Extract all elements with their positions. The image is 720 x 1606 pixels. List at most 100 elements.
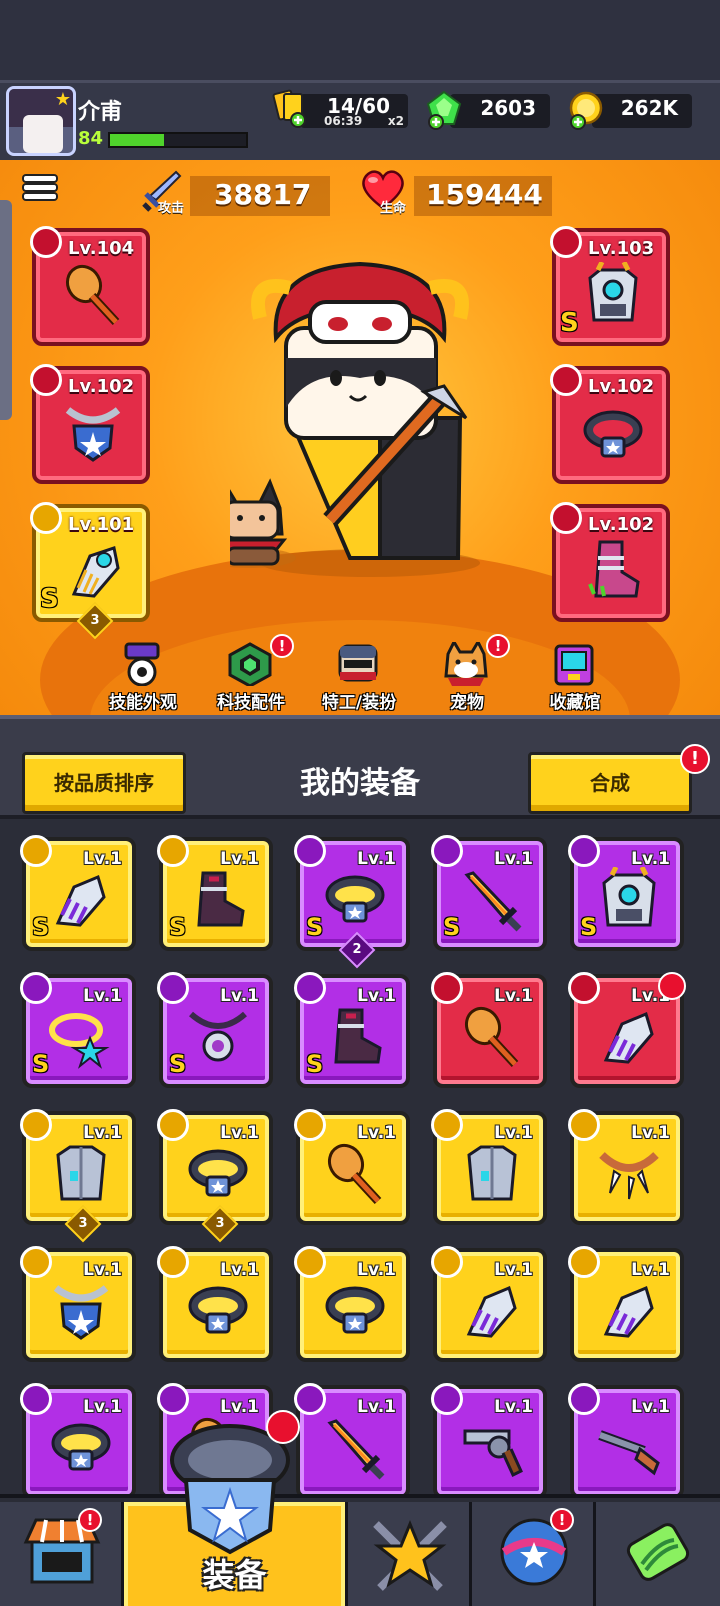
inventory-item[interactable]: Lv.1 — [431, 1383, 547, 1495]
nav-battle[interactable] — [348, 1502, 472, 1606]
inventory-item[interactable]: Lv.1 — [431, 972, 547, 1088]
collection-icon — [554, 644, 594, 686]
quick-label: 技能外观 — [109, 693, 177, 713]
sword-icon — [327, 1419, 385, 1480]
belt-icon — [188, 1149, 248, 1197]
item-level: Lv.1 — [494, 1260, 533, 1280]
equipped-weapon-slot[interactable]: Lv.104 — [30, 226, 150, 346]
shotgun-icon — [598, 1430, 660, 1476]
gauntlet-icon — [55, 874, 106, 927]
belt-icon — [325, 1286, 385, 1334]
inventory-item[interactable]: Lv.1 — [294, 1383, 410, 1495]
item-level: Lv.1 — [220, 1397, 259, 1417]
equipment-alert-badge — [266, 1410, 300, 1444]
gem-counter[interactable]: 2603 — [450, 94, 550, 128]
green-gem-icon — [426, 90, 462, 130]
inventory-item[interactable]: Lv.1 S — [20, 972, 136, 1088]
quick-label: 科技配件 — [217, 693, 285, 713]
item-level: Lv.1 — [494, 849, 533, 869]
slot-type-icon — [157, 1383, 189, 1415]
slot-type-icon — [20, 972, 52, 1004]
item-level: Lv.1 — [357, 849, 396, 869]
alert-badge: ! — [486, 634, 510, 658]
player-name: 介甫 — [78, 100, 123, 125]
menu-button[interactable] — [24, 176, 56, 204]
inventory-item[interactable]: Lv.1 — [431, 1246, 547, 1362]
quick-agent-outfit[interactable]: 特工/装扮 — [304, 640, 414, 714]
boots-icon — [197, 871, 245, 927]
quick-skill-skin[interactable]: 技能外观 — [88, 640, 198, 714]
star-necklace-icon — [49, 1013, 110, 1069]
health-value: 159444 — [426, 178, 543, 211]
nav-planet[interactable]: ! — [472, 1502, 596, 1606]
inventory-item[interactable]: Lv.1 3 — [20, 1109, 136, 1243]
inventory-item[interactable]: Lv.1 — [568, 1383, 684, 1495]
agent-outfit-icon — [338, 644, 378, 682]
health-stat: 159444 — [414, 176, 552, 216]
s-rank-label: S — [40, 584, 59, 614]
inventory-item[interactable]: Lv.1 — [157, 1246, 273, 1362]
inventory-item[interactable]: Lv.1 S — [20, 835, 136, 951]
inventory-item[interactable]: Lv.1 S — [431, 835, 547, 951]
inventory-item[interactable]: Lv.1 — [294, 1246, 410, 1362]
quick-tech-parts[interactable]: ! 科技配件 — [196, 634, 306, 714]
inventory-item[interactable]: Lv.1 S 2 — [294, 835, 410, 969]
inventory-item[interactable]: Lv.1 — [20, 1246, 136, 1362]
inventory-item[interactable]: Lv.1 S — [568, 835, 684, 951]
alert-badge: ! — [270, 634, 294, 658]
merge-alert-badge: ! — [680, 744, 710, 774]
quick-pet[interactable]: ! 宠物 — [412, 634, 522, 714]
sort-by-quality-button[interactable]: 按品质排序 — [22, 752, 186, 814]
quick-collection[interactable]: 收藏馆 — [520, 640, 630, 714]
vest-icon — [467, 1145, 517, 1201]
s-rank-label: S — [306, 1050, 324, 1078]
item-level: Lv.1 — [494, 1123, 533, 1143]
equipped-belt-slot[interactable]: Lv.102 — [550, 364, 670, 484]
slot-type-icon — [568, 1383, 600, 1415]
merge-count-badge: 2 — [338, 931, 376, 969]
inventory-item[interactable]: Lv.1 — [431, 1109, 547, 1225]
item-level: Lv.1 — [220, 1260, 259, 1280]
side-drawer-handle[interactable] — [0, 200, 12, 420]
equipped-level: Lv.101 — [68, 514, 135, 535]
game-screen: ★ 介甫 84 14/60 06:39 x2 2603 262K 38817 攻… — [0, 0, 720, 1606]
inventory-item[interactable]: Lv.1 — [20, 1383, 136, 1495]
inventory-item[interactable]: Lv.1 S — [157, 835, 273, 951]
item-level: Lv.1 — [357, 1260, 396, 1280]
new-item-flag — [658, 972, 686, 1000]
inventory-item[interactable]: Lv.1 S — [157, 972, 273, 1088]
attack-stat: 38817 — [190, 176, 330, 216]
player-avatar[interactable]: ★ — [6, 86, 76, 156]
inventory-item[interactable]: Lv.1 — [568, 1109, 684, 1225]
shield-necklace-icon — [65, 407, 121, 462]
s-rank-label: S — [169, 1050, 187, 1078]
tech-parts-icon — [228, 642, 272, 686]
inventory-item[interactable]: Lv.1 — [568, 972, 686, 1088]
equipped-necklace-slot[interactable]: Lv.102 — [30, 364, 150, 484]
attack-value: 38817 — [214, 178, 312, 211]
inventory-item[interactable]: Lv.1 3 — [157, 1109, 273, 1243]
equipped-boots-slot[interactable]: Lv.102 — [550, 502, 670, 622]
coin-counter[interactable]: 262K — [592, 94, 692, 128]
slot-type-icon — [568, 835, 600, 867]
inventory-item[interactable]: Lv.1 — [568, 1246, 684, 1362]
player-character — [230, 261, 480, 577]
gold-coin-icon — [569, 91, 603, 130]
s-rank-label: S — [560, 308, 579, 338]
inventory-item[interactable]: Lv.1 — [294, 1109, 410, 1225]
merge-button[interactable]: 合成 — [528, 752, 692, 814]
energy-cards-icon — [272, 89, 306, 128]
necklace-type-icon — [30, 364, 62, 396]
item-level: Lv.1 — [83, 1260, 122, 1280]
s-rank-label: S — [306, 913, 324, 941]
nav-shop[interactable]: ! — [0, 1502, 124, 1606]
nav-dna[interactable] — [596, 1502, 720, 1606]
item-level: Lv.1 — [83, 1397, 122, 1417]
equipped-armor-slot[interactable]: Lv.103 S — [550, 226, 670, 346]
belt-type-icon — [550, 364, 582, 396]
energy-counter[interactable]: 14/60 06:39 x2 — [300, 94, 408, 128]
equipped-gloves-slot[interactable]: Lv.101 S 3 — [30, 502, 150, 640]
hammer-icon — [327, 1143, 382, 1205]
s-rank-label: S — [443, 913, 461, 941]
inventory-item[interactable]: Lv.1 S — [294, 972, 410, 1088]
